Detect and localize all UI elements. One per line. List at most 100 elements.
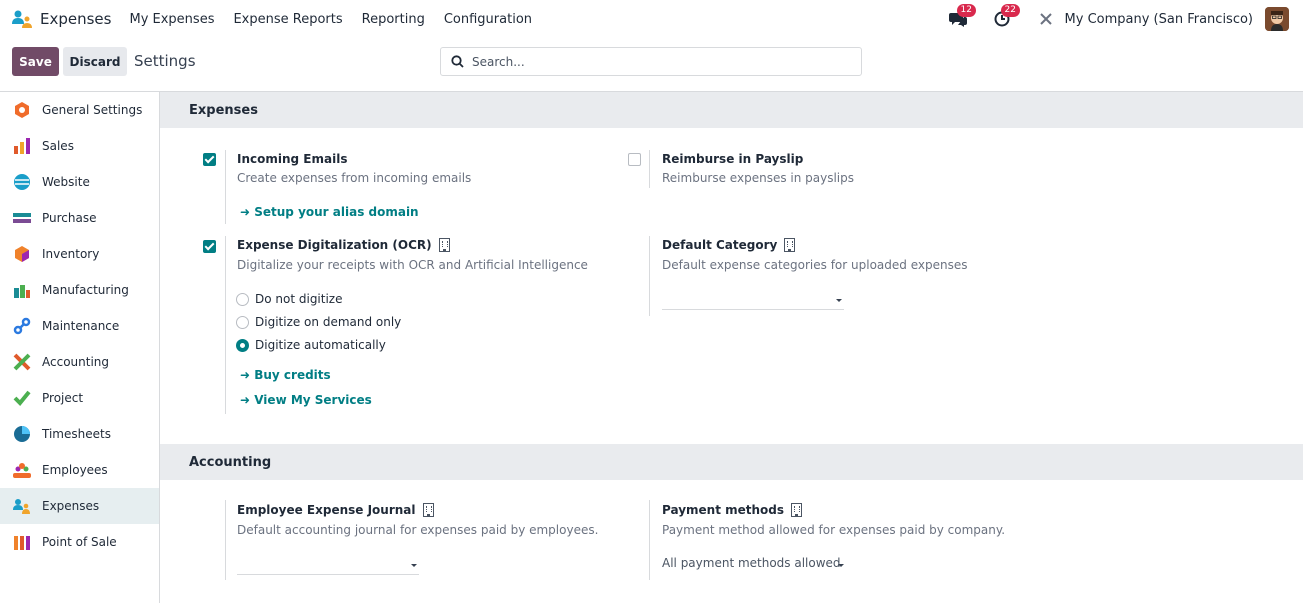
reimburse-payslip-title: Reimburse in Payslip (662, 152, 804, 166)
top-navbar: Expenses My Expenses Expense Reports Rep… (0, 0, 1303, 38)
sidebar-item-label: Employees (42, 463, 108, 477)
sidebar-item-accounting[interactable]: Accounting (0, 344, 159, 380)
sales-icon (13, 137, 31, 155)
expenses-app-icon[interactable] (12, 9, 32, 29)
sidebar-item-label: Purchase (42, 211, 97, 225)
arrow-right-icon: ➜ (240, 368, 255, 382)
view-services-label: View My Services (254, 393, 372, 407)
divider (649, 150, 650, 188)
sidebar-item-general-settings[interactable]: General Settings (0, 92, 159, 128)
radio-digitize-automatically[interactable]: Digitize automatically (236, 338, 386, 352)
debug-tools-button[interactable] (1035, 8, 1057, 30)
user-avatar[interactable] (1265, 7, 1289, 31)
sidebar-item-label: Accounting (42, 355, 110, 369)
inventory-icon (13, 245, 31, 263)
caret-down-icon (838, 564, 844, 567)
radio-dot (236, 315, 249, 329)
page-title: Settings (134, 52, 196, 70)
radio-digitize-on-demand[interactable]: Digitize on demand only (236, 315, 401, 329)
sidebar-item-manufacturing[interactable]: Manufacturing (0, 272, 159, 308)
incoming-emails-checkbox[interactable] (203, 153, 216, 166)
sidebar-item-employees[interactable]: Employees (0, 452, 159, 488)
incoming-emails-title: Incoming Emails (237, 152, 348, 166)
payment-methods-desc: Payment method allowed for expenses paid… (662, 523, 1006, 537)
sidebar-item-point-of-sale[interactable]: Point of Sale (0, 524, 159, 560)
divider (225, 150, 226, 224)
sidebar-item-sales[interactable]: Sales (0, 128, 159, 164)
caret-down-icon (411, 564, 417, 567)
point-of-sale-icon (13, 533, 31, 551)
general-settings-icon (13, 101, 31, 119)
company-switcher[interactable]: My Company (San Francisco) (1065, 12, 1253, 27)
activities-button[interactable]: 22 (991, 4, 1020, 30)
sidebar-item-label: Maintenance (42, 319, 120, 333)
messages-badge: 12 (956, 4, 976, 17)
sidebar-item-label: General Settings (42, 103, 143, 117)
divider (649, 500, 650, 580)
sidebar-item-label: Sales (42, 139, 74, 153)
buy-credits-link[interactable]: ➜ Buy credits (240, 368, 331, 382)
menu-reporting[interactable]: Reporting (362, 12, 425, 27)
default-category-title: Default Category (662, 238, 796, 252)
menu-expense-reports[interactable]: Expense Reports (233, 12, 342, 27)
messages-button[interactable]: 12 (947, 4, 976, 30)
reimburse-payslip-desc: Reimburse expenses in payslips (662, 171, 855, 185)
radio-dot-selected (236, 338, 249, 352)
sidebar-item-maintenance[interactable]: Maintenance (0, 308, 159, 344)
arrow-right-icon: ➜ (240, 205, 255, 219)
search-input[interactable] (472, 54, 832, 69)
search-box[interactable] (440, 47, 862, 76)
sidebar-item-label: Point of Sale (42, 535, 117, 549)
reimburse-payslip-checkbox[interactable] (628, 153, 641, 166)
sidebar-item-website[interactable]: Website (0, 164, 159, 200)
divider (225, 500, 226, 580)
buy-credits-label: Buy credits (254, 368, 331, 382)
radio-dot (236, 292, 249, 306)
section-header-expenses: Expenses (160, 92, 1303, 128)
payment-methods-select[interactable]: All payment methods allowed (662, 556, 844, 576)
payment-methods-title: Payment methods (662, 503, 803, 517)
ocr-checkbox[interactable] (203, 240, 216, 253)
default-category-desc: Default expense categories for uploaded … (662, 258, 968, 272)
company-specific-icon (784, 238, 796, 252)
control-panel: Save Discard Settings (0, 38, 1303, 92)
ocr-desc: Digitalize your receipts with OCR and Ar… (237, 258, 588, 272)
journal-title: Employee Expense Journal (237, 503, 434, 517)
journal-select[interactable] (237, 555, 419, 575)
app-brand[interactable]: Expenses (40, 10, 111, 28)
sidebar-item-project[interactable]: Project (0, 380, 159, 416)
website-icon (13, 173, 31, 191)
save-button[interactable]: Save (12, 47, 59, 76)
settings-main: Expenses Incoming Emails Create expenses… (160, 92, 1303, 603)
sidebar-item-inventory[interactable]: Inventory (0, 236, 159, 272)
sidebar-item-label: Inventory (42, 247, 100, 261)
view-services-link[interactable]: ➜ View My Services (240, 393, 372, 407)
activities-badge: 22 (1000, 4, 1020, 17)
payment-methods-label: Payment methods (662, 503, 785, 517)
timesheets-icon (13, 425, 31, 443)
radio-do-not-digitize[interactable]: Do not digitize (236, 292, 343, 306)
search-icon (451, 55, 464, 68)
menu-configuration[interactable]: Configuration (444, 12, 532, 27)
setup-alias-link[interactable]: ➜ Setup your alias domain (240, 205, 419, 219)
settings-sidebar: General Settings Sales Website Purchase Inve… (0, 92, 160, 603)
tools-icon (1039, 13, 1052, 25)
sidebar-item-label: Timesheets (42, 427, 111, 441)
divider (649, 236, 650, 316)
purchase-icon (13, 209, 31, 227)
manufacturing-icon (13, 281, 31, 299)
default-category-label: Default Category (662, 238, 778, 252)
journal-title-label: Employee Expense Journal (237, 503, 416, 517)
project-icon (13, 389, 31, 407)
sidebar-item-purchase[interactable]: Purchase (0, 200, 159, 236)
sidebar-item-expenses[interactable]: Expenses (0, 488, 159, 524)
sidebar-item-timesheets[interactable]: Timesheets (0, 416, 159, 452)
section-header-accounting: Accounting (160, 444, 1303, 480)
discard-button[interactable]: Discard (63, 47, 127, 76)
employees-icon (13, 461, 31, 479)
arrow-right-icon: ➜ (240, 393, 255, 407)
ocr-title-label: Expense Digitalization (OCR) (237, 238, 432, 252)
sidebar-item-label: Project (42, 391, 84, 405)
default-category-select[interactable] (662, 290, 844, 310)
menu-my-expenses[interactable]: My Expenses (129, 12, 214, 27)
